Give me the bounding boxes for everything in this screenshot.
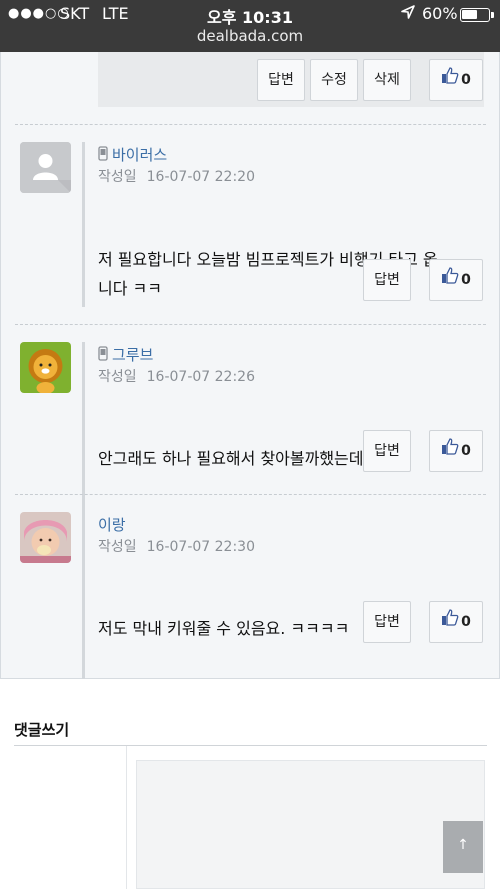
like-button[interactable]: 0: [429, 601, 483, 643]
divider: [14, 745, 487, 746]
comment-author[interactable]: 바이러스: [112, 146, 167, 164]
thumbs-up-icon: [441, 60, 459, 100]
like-count: 0: [461, 72, 471, 88]
comment-thread-line: [82, 342, 85, 527]
reply-button[interactable]: 답변: [363, 259, 411, 301]
comment-date: 16-07-07 22:30: [146, 539, 255, 555]
like-button[interactable]: 0: [429, 259, 483, 301]
scroll-to-top-button[interactable]: ↑: [443, 821, 483, 873]
default-user-icon: [20, 142, 71, 193]
comment-write-title: 댓글쓰기: [14, 721, 70, 739]
thumbs-up-icon: [441, 602, 459, 642]
date-label: 작성일: [98, 539, 137, 555]
like-button[interactable]: 0: [429, 430, 483, 472]
comment-separator: [15, 324, 486, 325]
comment-separator: [15, 494, 486, 495]
comment-text-line: 니다 ㅋㅋ: [98, 279, 162, 298]
comment-text-line: 저 필요합니다 오늘밤 빔프로젝트가 비행기 타고 옵: [98, 250, 438, 269]
reply-button[interactable]: 답변: [363, 601, 411, 643]
reply-button[interactable]: 답변: [257, 59, 305, 101]
comment-thread-line: [82, 142, 85, 307]
comment-author[interactable]: 이랑: [98, 516, 126, 534]
date-label: 작성일: [98, 169, 137, 185]
child-photo-avatar: [20, 512, 71, 563]
comment-text: 안그래도 하나 필요해서 찾아볼까했는데^^: [98, 444, 478, 473]
comment-text: 저도 막내 키워줄 수 있음요. ㅋㅋㅋㅋ: [98, 614, 478, 643]
like-count: 0: [461, 443, 471, 459]
edit-button[interactable]: 수정: [310, 59, 358, 101]
battery-percentage: 60%: [422, 4, 458, 23]
delete-button[interactable]: 삭제: [363, 59, 411, 101]
location-arrow-icon: [400, 4, 416, 24]
status-bar: ●●●○○ SKT LTE 오후 10:31 60% dealbada.com: [0, 0, 500, 52]
comment-text-line: 안그래도 하나 필요해서 찾아볼까했는데^^: [98, 449, 391, 468]
comment-thread-line: [82, 512, 85, 697]
mobile-phone-icon: [98, 146, 108, 165]
comment-text: 저 필요합니다 오늘밤 빔프로젝트가 비행기 타고 옵 니다 ㅋㅋ: [98, 245, 478, 303]
comment-write-section: 댓글쓰기: [0, 679, 500, 889]
comment-author[interactable]: 그루브: [112, 346, 153, 364]
comment-date: 16-07-07 22:26: [146, 369, 255, 385]
comment-list: 답변 수정 삭제 0 바이러스 작성일 16-07-07 22:20 저 필요합니…: [0, 52, 500, 697]
lion-character-avatar: [20, 342, 71, 393]
thumbs-up-icon: [441, 431, 459, 471]
thumbs-up-icon: [441, 260, 459, 300]
comment-separator: [15, 124, 486, 125]
like-count: 0: [461, 614, 471, 630]
like-count: 0: [461, 272, 471, 288]
reply-button[interactable]: 답변: [363, 430, 411, 472]
battery-icon: [460, 8, 494, 22]
comment-date: 16-07-07 22:20: [146, 169, 255, 185]
address-bar-url[interactable]: dealbada.com: [0, 27, 500, 45]
comment-textarea[interactable]: [136, 760, 485, 889]
arrow-up-icon: ↑: [457, 837, 469, 853]
divider: [126, 746, 127, 889]
comment-text-line: 저도 막내 키워줄 수 있음요. ㅋㅋㅋㅋ: [98, 619, 350, 638]
like-button[interactable]: 0: [429, 59, 483, 101]
mobile-phone-icon: [98, 346, 108, 365]
date-label: 작성일: [98, 369, 137, 385]
